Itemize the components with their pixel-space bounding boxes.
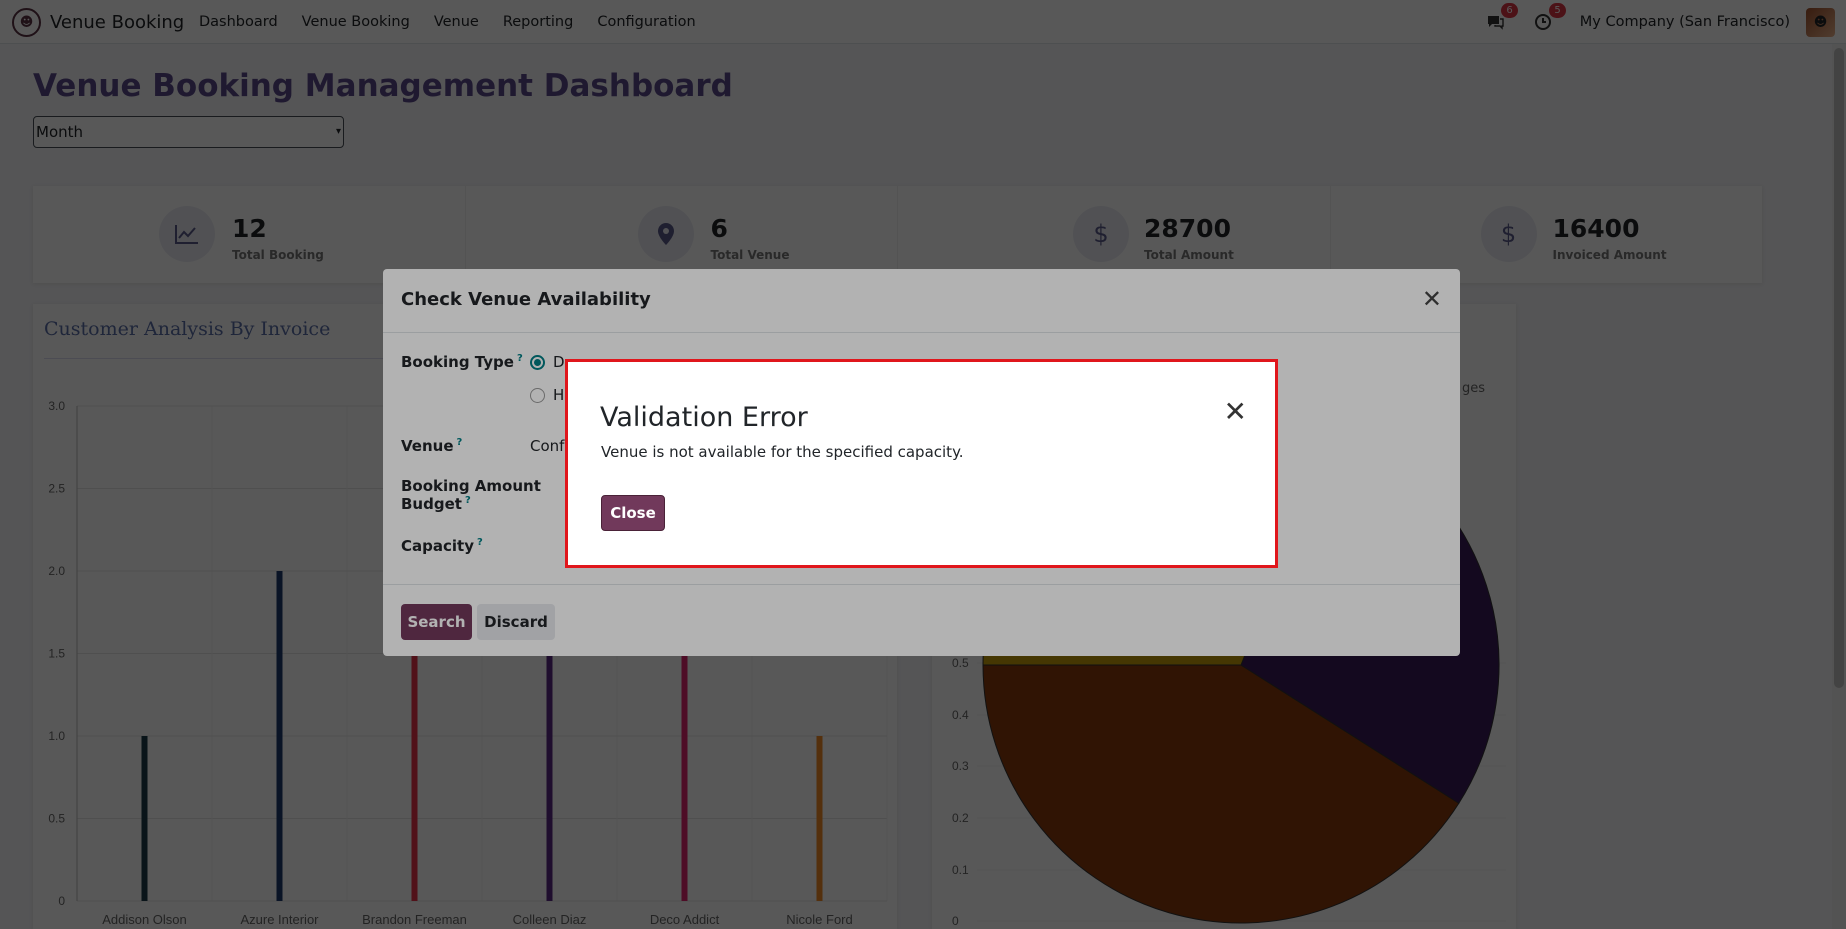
close-button[interactable]: Close bbox=[601, 495, 665, 531]
error-message: Venue is not available for the specified… bbox=[601, 443, 964, 461]
error-title: Validation Error bbox=[600, 402, 808, 433]
close-icon[interactable]: ✕ bbox=[1224, 398, 1247, 426]
validation-error-dialog: Validation Error ✕ Venue is not availabl… bbox=[565, 359, 1278, 568]
